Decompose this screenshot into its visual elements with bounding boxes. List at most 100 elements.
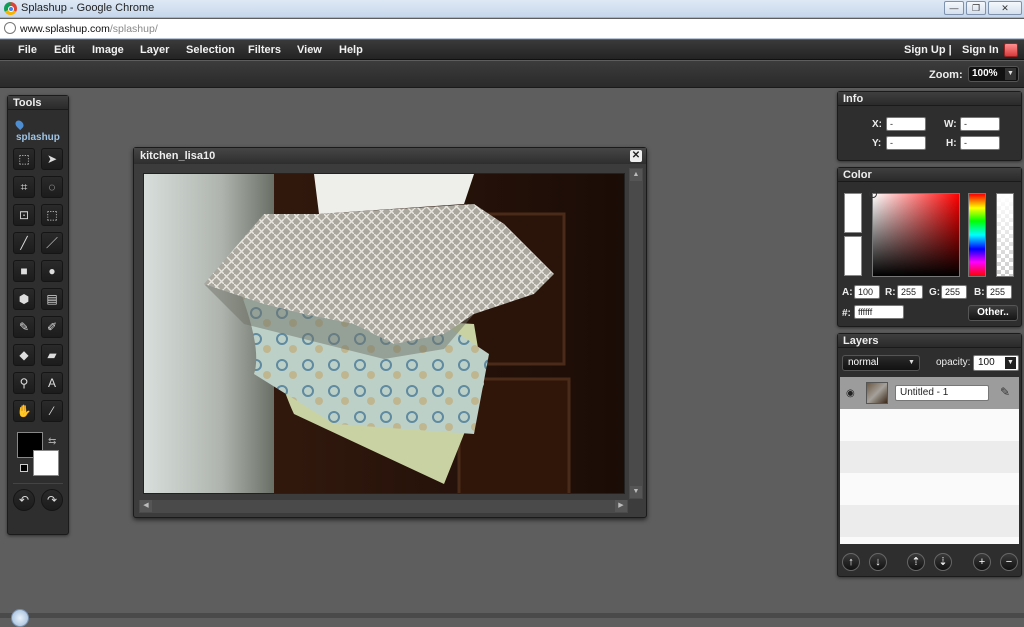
pencil-icon[interactable]: ╱ [13,232,35,254]
other-color-button[interactable]: Other.. [968,305,1018,321]
add-layer-icon[interactable]: + [973,553,991,571]
move-layer-bottom-icon[interactable]: ⇣ [934,553,952,571]
sign-up-link[interactable]: Sign Up | [904,44,952,56]
address-bar[interactable]: www.splashup.com/splashup/ [0,19,1024,39]
account-icon[interactable] [1004,43,1018,57]
reset-colors-icon[interactable] [20,464,28,472]
layer-row[interactable]: ◉ Untitled - 1 ✎ [840,377,1019,409]
marquee-rect-icon[interactable]: ⬚ [13,148,35,170]
zoom-select[interactable]: 100% ▼ [968,66,1019,82]
picker-marker-icon[interactable] [869,190,877,198]
logo-text: splashup [16,132,60,143]
vertical-scrollbar[interactable]: ▲ ▼ [629,168,643,499]
empty-layer-slot [840,441,1019,473]
canvas-image[interactable] [143,173,625,494]
saturation-value-picker[interactable] [869,190,960,277]
airbrush-icon[interactable]: ✐ [41,316,63,338]
previous-color-swatch[interactable] [844,236,862,276]
opacity-select[interactable]: 100 ▼ [973,355,1019,371]
empty-layer-slot [840,505,1019,537]
layer-list: ◉ Untitled - 1 ✎ [840,377,1019,544]
menu-filters[interactable]: Filters [248,44,281,56]
maximize-button[interactable]: ❐ [966,1,986,15]
menu-image[interactable]: Image [92,44,124,56]
splashup-logo: splashup [13,118,68,143]
lasso-icon[interactable]: ◌ [41,176,63,198]
layer-properties-icon[interactable]: ✎ [1000,385,1010,399]
start-orb-icon[interactable] [11,609,29,627]
ellipse-icon[interactable]: ● [41,260,63,282]
delete-layer-icon[interactable]: − [1000,553,1018,571]
swap-colors-icon[interactable]: ⇆ [48,436,56,447]
gradient-icon[interactable]: ▤ [41,288,63,310]
window-title: Splashup - Google Chrome [21,2,155,14]
menu-help[interactable]: Help [339,44,363,56]
eraser-icon[interactable]: ▰ [41,344,63,366]
move-layer-top-icon[interactable]: ⇡ [907,553,925,571]
crop-icon[interactable]: ⌗ [13,176,35,198]
tools-divider [13,483,63,484]
color-panel: Color A: 100 R: 255 G: 255 B: 255 #: fff… [837,167,1022,327]
rectangle-icon[interactable]: ■ [13,260,35,282]
menu-selection[interactable]: Selection [186,44,235,56]
b-label: B: [974,287,985,298]
brush-icon[interactable]: ✎ [13,316,35,338]
transform-icon[interactable]: ⊡ [13,204,35,226]
scroll-right-icon[interactable]: ▶ [615,500,627,512]
hex-field[interactable]: ffffff [854,305,904,319]
fill-bucket-icon[interactable]: ◆ [13,344,35,366]
eyedropper-icon[interactable]: ⁄ [41,400,63,422]
move-layer-up-icon[interactable]: ↑ [842,553,860,571]
url-host: www.splashup.com [20,23,110,35]
scroll-left-icon[interactable]: ◀ [140,500,152,512]
sign-in-link[interactable]: Sign In [962,44,999,56]
background-color-swatch[interactable] [33,450,59,476]
app-menubar: File Edit Image Layer Selection Filters … [0,40,1024,60]
horizontal-scrollbar[interactable]: ◀ ▶ [139,500,628,513]
undo-icon[interactable]: ↶ [13,489,35,511]
layer-thumbnail [866,382,888,404]
move-arrow-icon[interactable]: ➤ [41,148,63,170]
clone-stamp-icon[interactable]: ⚲ [13,372,35,394]
h-field: - [960,136,1000,150]
opacity-value: 100 [978,357,995,368]
scroll-down-icon[interactable]: ▼ [630,486,642,498]
url-text[interactable]: www.splashup.com/splashup/ [20,23,158,35]
menu-edit[interactable]: Edit [54,44,75,56]
alpha-field[interactable]: 100 [854,285,880,299]
text-icon[interactable]: A [41,372,63,394]
polygon-icon[interactable]: ⬢ [13,288,35,310]
close-document-icon[interactable]: ✕ [630,150,642,162]
x-field: - [886,117,926,131]
red-field[interactable]: 255 [897,285,923,299]
alpha-slider[interactable] [996,193,1014,277]
redo-icon[interactable]: ↷ [41,489,63,511]
hand-icon[interactable]: ✋ [13,400,35,422]
hue-slider[interactable] [968,193,986,277]
close-window-button[interactable]: ✕ [988,1,1022,15]
zoom-value: 100% [972,68,998,79]
h-label: H: [946,138,957,149]
y-label: Y: [872,138,882,149]
magic-select-icon[interactable]: ⬚ [41,204,63,226]
layers-panel-title: Layers [838,334,1021,348]
line-icon[interactable]: ／ [41,232,63,254]
eye-visibility-icon[interactable]: ◉ [846,388,855,399]
menu-file[interactable]: File [18,44,37,56]
blend-mode-select[interactable]: normal ▼ [842,355,920,371]
blue-field[interactable]: 255 [986,285,1012,299]
menu-view[interactable]: View [297,44,322,56]
menu-layer[interactable]: Layer [140,44,169,56]
document-window: kitchen_lisa10 ✕ ▲ ▼ ◀ ▶ [133,147,647,518]
current-color-swatch[interactable] [844,193,862,233]
browser-title-bar: Splashup - Google Chrome — ❐ ✕ [0,0,1024,18]
chevron-down-icon: ▼ [1005,357,1016,369]
green-field[interactable]: 255 [941,285,967,299]
layer-name-field[interactable]: Untitled - 1 [895,385,989,401]
photo-skirt-illustration [144,174,624,493]
minimize-button[interactable]: — [944,1,964,15]
scroll-up-icon[interactable]: ▲ [630,169,642,181]
taskbar-edge [0,613,1024,618]
blend-mode-value: normal [848,357,879,368]
move-layer-down-icon[interactable]: ↓ [869,553,887,571]
